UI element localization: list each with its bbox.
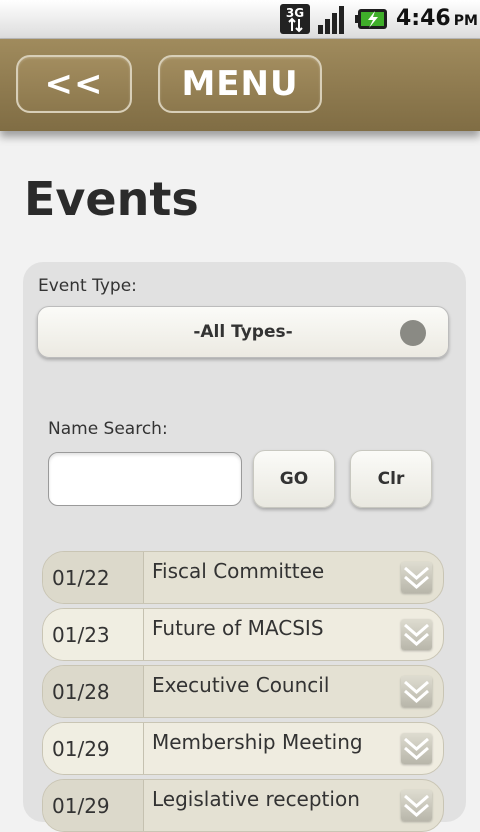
event-name: Future of MACSIS — [152, 616, 324, 640]
event-date: 01/29 — [43, 780, 144, 831]
menu-button[interactable]: MENU — [158, 55, 322, 113]
3g-data-icon: 3G — [280, 4, 310, 34]
event-type-select[interactable]: -All Types- — [37, 306, 449, 358]
clear-button[interactable]: Clr — [350, 450, 432, 508]
event-name: Fiscal Committee — [152, 559, 325, 583]
events-panel: Event Type: -All Types- Name Search: GO … — [23, 262, 466, 832]
event-row[interactable]: 01/22 Fiscal Committee — [42, 551, 444, 604]
event-row[interactable]: 01/29 Legislative reception — [42, 779, 444, 832]
event-row[interactable]: 01/23 Future of MACSIS — [42, 608, 444, 661]
clock-time: 4:46 — [396, 6, 451, 31]
expand-chevron-icon[interactable] — [401, 790, 432, 821]
event-name: Membership Meeting — [152, 730, 363, 754]
event-date: 01/29 — [43, 723, 144, 774]
status-bar: 3G 4:46 PM — [0, 0, 480, 39]
back-button[interactable]: << — [16, 55, 132, 113]
go-button[interactable]: GO — [253, 450, 335, 508]
page-title: Events — [24, 172, 199, 226]
event-type-label: Event Type: — [38, 276, 137, 296]
event-date: 01/23 — [43, 609, 144, 660]
event-name: Executive Council — [152, 673, 330, 697]
event-type-value: -All Types- — [193, 322, 293, 342]
dropdown-indicator-icon — [400, 320, 426, 346]
clock-ampm: PM — [453, 13, 478, 29]
expand-chevron-icon[interactable] — [401, 619, 432, 650]
name-search-input[interactable] — [48, 452, 242, 506]
clock: 4:46 PM — [396, 4, 478, 34]
expand-chevron-icon[interactable] — [401, 733, 432, 764]
expand-chevron-icon[interactable] — [401, 676, 432, 707]
expand-chevron-icon[interactable] — [401, 562, 432, 593]
network-type: 3G — [286, 6, 304, 20]
signal-icon — [318, 6, 344, 34]
event-name: Legislative reception — [152, 787, 360, 811]
event-row[interactable]: 01/28 Executive Council — [42, 665, 444, 718]
battery-charging-icon — [355, 9, 387, 29]
event-row[interactable]: 01/29 Membership Meeting — [42, 722, 444, 775]
event-date: 01/28 — [43, 666, 144, 717]
header-bar: << MENU — [0, 39, 480, 131]
name-search-label: Name Search: — [48, 419, 168, 439]
event-date: 01/22 — [43, 552, 144, 603]
